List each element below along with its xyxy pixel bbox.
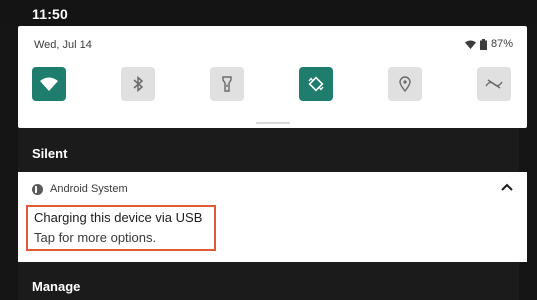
- wifi-icon: [40, 77, 58, 91]
- notification-app-name: Android System: [50, 183, 128, 195]
- quick-settings-panel: Wed, Jul 14 87%: [18, 26, 527, 128]
- status-clock: 11:50: [32, 6, 69, 22]
- section-header-silent: Silent: [32, 146, 68, 161]
- collapse-chevron-icon[interactable]: [501, 183, 513, 191]
- manage-button[interactable]: Manage: [32, 279, 80, 294]
- tile-wifi[interactable]: [32, 67, 66, 101]
- tile-auto-rotate[interactable]: [299, 67, 333, 101]
- status-bar: 11:50: [0, 0, 537, 26]
- battery-icon: [479, 38, 487, 50]
- data-saver-icon: [485, 79, 503, 89]
- qs-status-icons: 87%: [464, 38, 513, 50]
- android-system-icon: [32, 183, 43, 195]
- notification-text[interactable]: Tap for more options.: [34, 230, 156, 245]
- qs-date[interactable]: Wed, Jul 14: [34, 39, 92, 51]
- notification-card[interactable]: Android System Charging this device via …: [18, 172, 527, 262]
- bluetooth-icon: [133, 76, 144, 92]
- quick-settings-tiles: [18, 67, 527, 103]
- tile-data-saver[interactable]: [477, 67, 511, 101]
- notification-title[interactable]: Charging this device via USB: [34, 210, 202, 225]
- tile-location[interactable]: [388, 67, 422, 101]
- left-scrim: [0, 0, 18, 300]
- battery-percent: 87%: [490, 38, 513, 50]
- rotate-icon: [308, 76, 324, 92]
- panel-drag-handle[interactable]: [256, 122, 290, 124]
- tile-bluetooth[interactable]: [121, 67, 155, 101]
- location-icon: [399, 76, 411, 92]
- notification-header: Android System: [32, 183, 128, 195]
- wifi-signal-icon: [464, 40, 476, 49]
- flashlight-icon: [222, 76, 232, 92]
- tile-flashlight[interactable]: [210, 67, 244, 101]
